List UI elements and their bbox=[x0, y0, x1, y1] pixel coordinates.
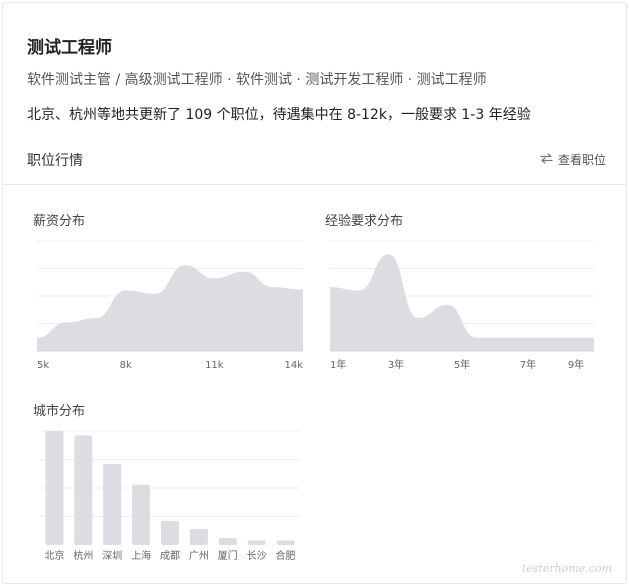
city-label: 深圳 bbox=[102, 550, 122, 562]
job-title: 测试工程师 bbox=[27, 38, 112, 58]
salary-chart-title: 薪资分布 bbox=[33, 214, 86, 229]
city-bar bbox=[132, 484, 151, 545]
city-label: 厦门 bbox=[218, 549, 238, 562]
job-summary: 北京、杭州等地共更新了 109 个职位，待遇集中在 8-12k，一般要求 1-3… bbox=[27, 107, 531, 123]
x-tick-label: 5年 bbox=[454, 358, 470, 371]
job-market-card: 测试工程师 软件测试主管 / 高级测试工程师 · 软件测试 · 测试开发工程师 … bbox=[2, 2, 627, 584]
experience-chart-title: 经验要求分布 bbox=[325, 214, 404, 229]
salary-distribution-chart: 5k 8k 11k 14k bbox=[37, 240, 303, 371]
city-bar bbox=[276, 540, 295, 545]
city-chart-title: 城市分布 bbox=[33, 404, 86, 419]
x-tick-label: 11k bbox=[205, 360, 224, 371]
city-bar bbox=[161, 521, 179, 545]
city-bar bbox=[45, 431, 64, 545]
salary-area bbox=[37, 265, 303, 351]
city-label: 长沙 bbox=[247, 550, 267, 562]
city-bar bbox=[247, 540, 266, 545]
x-tick-label: 7年 bbox=[520, 358, 536, 371]
view-jobs-label: 查看职位 bbox=[557, 153, 606, 167]
city-label: 上海 bbox=[131, 549, 151, 562]
swap-arrows-icon bbox=[540, 152, 553, 167]
section-divider bbox=[3, 184, 626, 185]
x-tick-label: 1年 bbox=[330, 358, 346, 371]
city-bar bbox=[218, 538, 237, 545]
related-job-tags: 软件测试主管 / 高级测试工程师 · 软件测试 · 测试开发工程师 · 测试工程… bbox=[27, 72, 487, 88]
x-tick-label: 5k bbox=[37, 360, 49, 371]
city-label: 合肥 bbox=[276, 549, 296, 562]
view-jobs-link[interactable]: 查看职位 bbox=[540, 151, 606, 168]
experience-distribution-chart: 1年 3年 5年 7年 9年 bbox=[330, 240, 594, 371]
x-tick-label: 9年 bbox=[568, 358, 584, 371]
city-label: 广州 bbox=[189, 550, 209, 562]
city-distribution-chart: 北京 杭州 深圳 上海 成都 广州 厦门 长沙 合肥 bbox=[40, 430, 300, 562]
x-tick-label: 8k bbox=[120, 360, 132, 371]
section-title: 职位行情 bbox=[27, 153, 83, 169]
x-tick-label: 3年 bbox=[388, 358, 404, 371]
city-label: 杭州 bbox=[73, 549, 93, 562]
city-label: 北京 bbox=[44, 549, 64, 562]
city-bar bbox=[103, 464, 122, 545]
city-bar bbox=[74, 435, 93, 545]
watermark: testerhome.com bbox=[521, 562, 612, 575]
city-bar bbox=[189, 529, 208, 545]
x-tick-label: 14k bbox=[284, 360, 303, 371]
city-label: 成都 bbox=[160, 550, 180, 562]
